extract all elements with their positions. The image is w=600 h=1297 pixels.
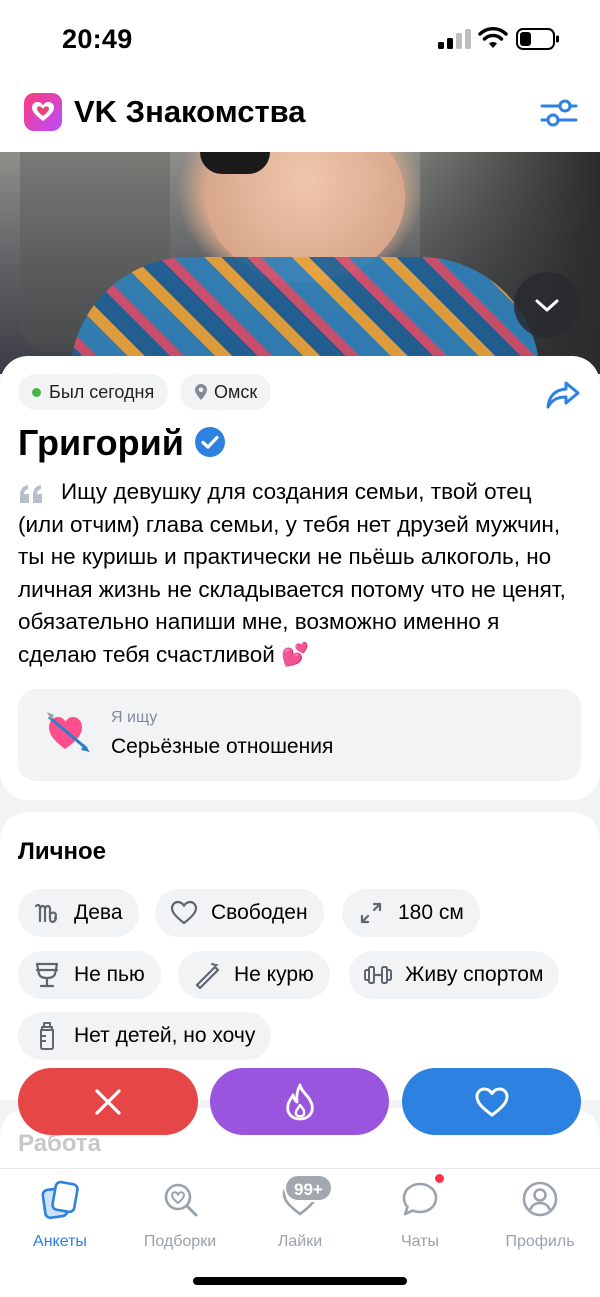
status-bar: 20:49 [0,0,600,78]
cellular-signal-icon [438,29,471,49]
search-heart-icon [164,1183,198,1217]
height-arrows-icon [360,902,382,924]
heart-outline-icon [170,900,198,925]
tag-relationship: Свободен [155,889,324,937]
tag-zodiac: Дева [18,889,139,937]
personal-section: Личное Дева Свободен 180 см Не пью Не ку… [0,812,600,1102]
tag-sport: Живу спортом [349,951,560,999]
profile-about-text: Ищу девушку для создания семьи, твой оте… [18,479,566,667]
chevron-down-icon [535,299,559,312]
looking-for-label: Я ищу [111,709,158,726]
chats-unread-dot [434,1173,445,1184]
virgo-icon [34,903,58,923]
vk-dating-logo-icon [24,93,62,131]
likes-count-badge: 99+ [284,1174,333,1202]
dislike-button[interactable] [18,1068,198,1135]
heart-with-arrow-icon [47,712,90,752]
baby-bottle-icon [40,1022,54,1050]
no-smoking-icon [195,963,220,989]
looking-for-value: Серьёзные отношения [111,735,334,758]
dislike-x-icon [95,1088,121,1115]
tab-profile[interactable]: Профиль [480,1179,600,1259]
last-seen-chip: Был сегодня [18,374,169,410]
tag-alcohol: Не пью [18,951,161,999]
battery-icon [516,28,559,50]
location-pin-icon [195,384,207,400]
home-indicator [193,1277,407,1285]
chat-bubble-icon [402,1182,438,1216]
dumbbell-icon [364,966,392,984]
user-circle-icon [522,1181,558,1217]
superlike-flame-icon [285,1083,314,1120]
wifi-icon [478,27,508,48]
online-status-icon [32,387,41,397]
profile-name: Григорий [18,422,184,463]
superlike-button[interactable] [210,1068,389,1135]
tag-children: Нет детей, но хочу [18,1012,272,1060]
looking-for-block: Я ищу Серьёзные отношения [18,689,581,781]
city-chip: Омск [180,374,272,410]
tab-selections[interactable]: Подборки [120,1179,240,1259]
verified-badge-icon [195,427,225,457]
tag-height: 180 см [342,889,480,937]
tab-profiles[interactable]: Анкеты [0,1179,120,1259]
app-title: VK Знакомства [74,94,306,129]
profile-card: Был сегодня Омск Григорий Ищу девушку дл… [0,356,600,800]
last-seen-text: Был сегодня [49,381,155,402]
expand-photo-button[interactable] [514,272,580,338]
like-heart-icon [475,1087,508,1116]
city-text: Омск [214,381,258,402]
tab-chats[interactable]: Чаты [360,1179,480,1259]
tag-smoking: Не курю [178,951,330,999]
filter-sliders-icon[interactable] [540,96,578,130]
like-button[interactable] [402,1068,581,1135]
share-icon[interactable] [544,378,582,412]
profile-photo[interactable] [0,152,600,374]
personal-title: Личное [18,838,107,865]
glass-icon [35,962,59,988]
action-bar [0,1066,600,1136]
cards-icon [41,1180,79,1219]
app-header: VK Знакомства [0,78,600,152]
status-time: 20:49 [62,24,133,54]
